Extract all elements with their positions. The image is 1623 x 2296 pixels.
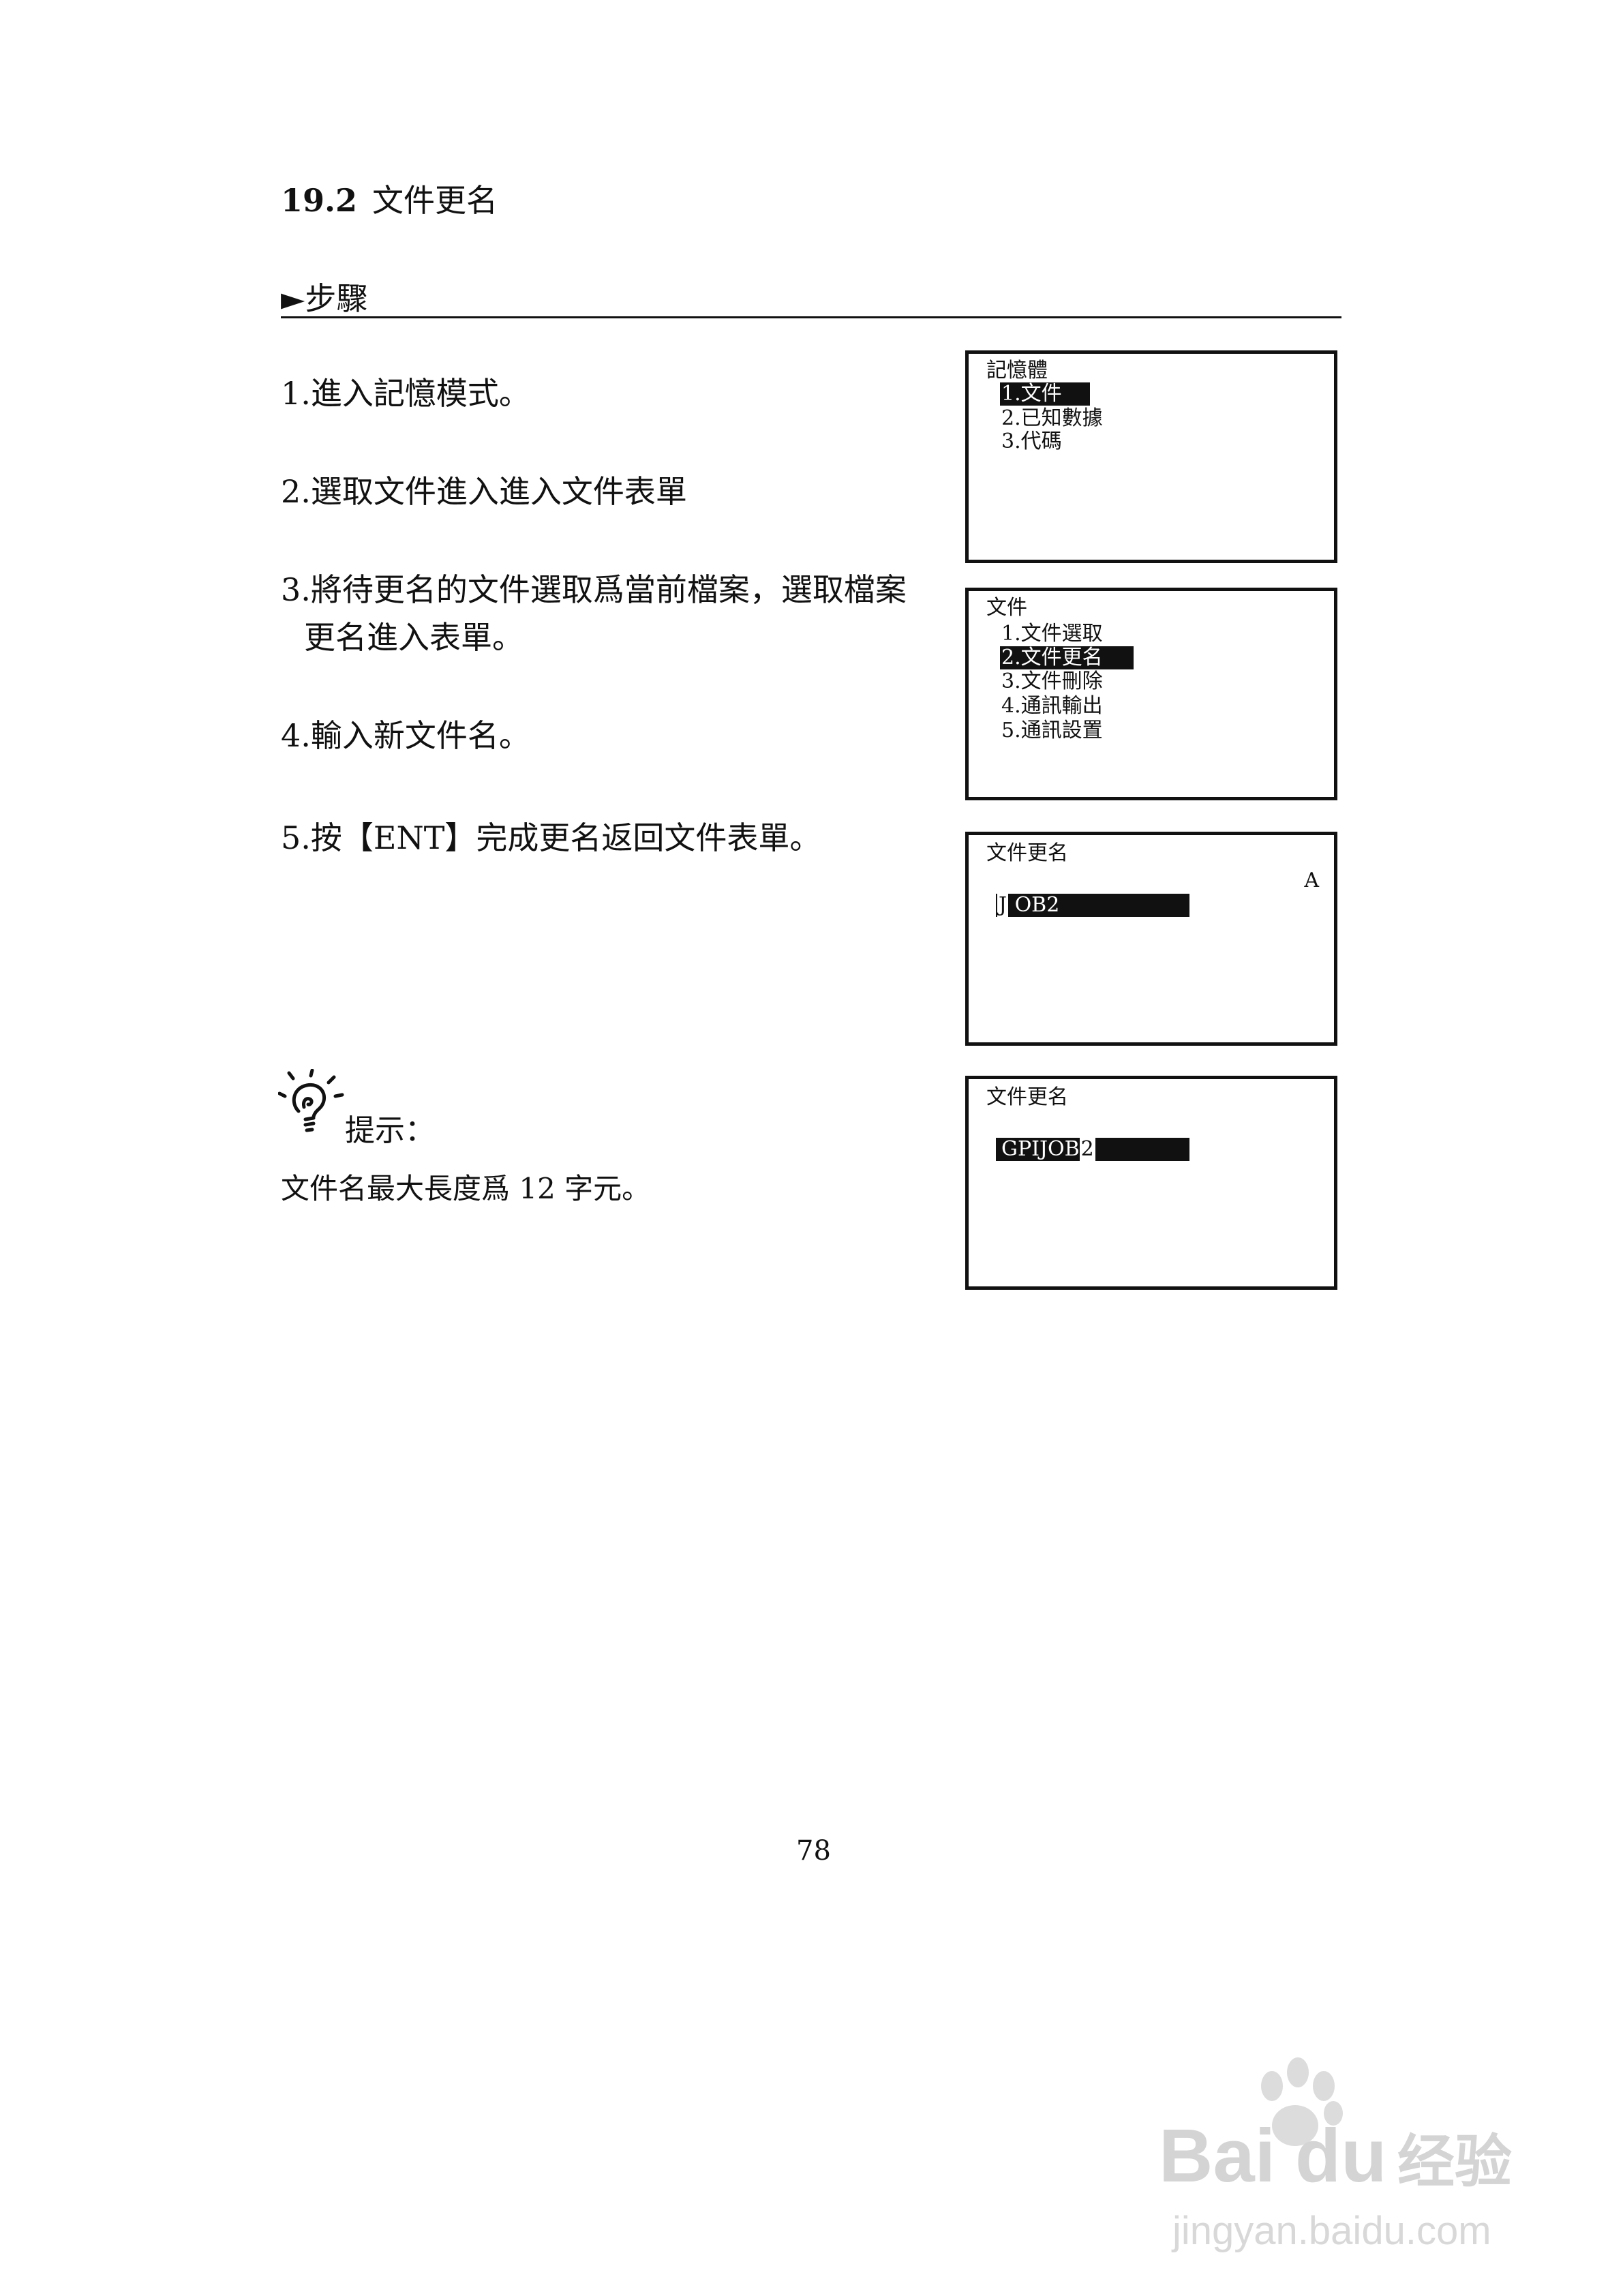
screen-file-menu: 文件 1.文件選取 2.文件更名 3.文件刪除 4.通訊輸出 5.通訊設置: [965, 588, 1337, 800]
step-3: 3.將待更名的文件選取爲當前檔案，選取檔案: [281, 571, 907, 608]
tip-label: 提示：: [345, 1113, 435, 1148]
menu-item: 1.文件選取: [1001, 622, 1103, 646]
menu-item: 3.文件刪除: [1001, 669, 1103, 693]
section-number: 19.2: [281, 182, 358, 219]
step-3-continued: 更名進入表單。: [304, 619, 524, 656]
screen-title: 文件更名: [986, 1085, 1068, 1109]
menu-item: 5.通訊設置: [1001, 719, 1103, 742]
steps-divider: [281, 316, 1341, 318]
step-1: 1.進入記憶模式。: [281, 375, 530, 412]
filename-value: OB2: [1014, 893, 1060, 917]
watermark-du: du: [1295, 2114, 1386, 2198]
section-title: 19.2 文件更名: [281, 176, 498, 221]
step-4: 4.輸入新文件名。: [281, 717, 530, 754]
step-5: 5.按【ENT】完成更名返回文件表單。: [281, 819, 821, 856]
steps-heading: ►步驟: [281, 280, 368, 317]
screen-rename-input: 文件更名 A J OB2: [965, 832, 1337, 1046]
screen-title: 記憶體: [986, 359, 1048, 382]
step-2: 2.選取文件進入進入文件表單: [281, 473, 687, 510]
screen-rename-entered: 文件更名 GPIJOB2: [965, 1076, 1337, 1290]
section-title-text: 文件更名: [372, 182, 498, 219]
watermark-brand: Bai: [1159, 2114, 1275, 2198]
text-cursor: 2: [1079, 1137, 1095, 1161]
screen-title: 文件更名: [986, 841, 1068, 865]
menu-item: 2.已知數據: [1001, 406, 1103, 430]
tip-text: 文件名最大長度爲 12 字元。: [281, 1172, 651, 1205]
menu-item: 3.代碼: [1001, 429, 1062, 453]
paw-icon: [1261, 2071, 1283, 2101]
watermark-url: jingyan.baidu.com: [1171, 2209, 1491, 2253]
filename-field: J OB2: [996, 893, 1189, 917]
text-cursor: J: [997, 893, 1009, 917]
filename-value: GPIJOB: [1001, 1137, 1080, 1161]
page-number: 78: [796, 1835, 831, 1867]
menu-item: 4.通訊輸出: [1001, 694, 1103, 718]
menu-item-selected: 2.文件更名: [1000, 646, 1134, 669]
screen-title: 文件: [986, 596, 1027, 620]
filename-field: GPIJOB2: [996, 1137, 1189, 1161]
baidu-jingyan-watermark: Bai du 经验 jingyan.baidu.com: [1159, 2057, 1512, 2253]
screen-memory-menu: 記憶體 1.文件 2.已知數據 3.代碼: [965, 350, 1337, 563]
input-mode-indicator: A: [1304, 868, 1319, 892]
lightbulb-icon: [278, 1069, 344, 1132]
menu-item-selected: 1.文件: [1000, 382, 1090, 406]
watermark-brand-tail: 经验: [1397, 2128, 1512, 2195]
